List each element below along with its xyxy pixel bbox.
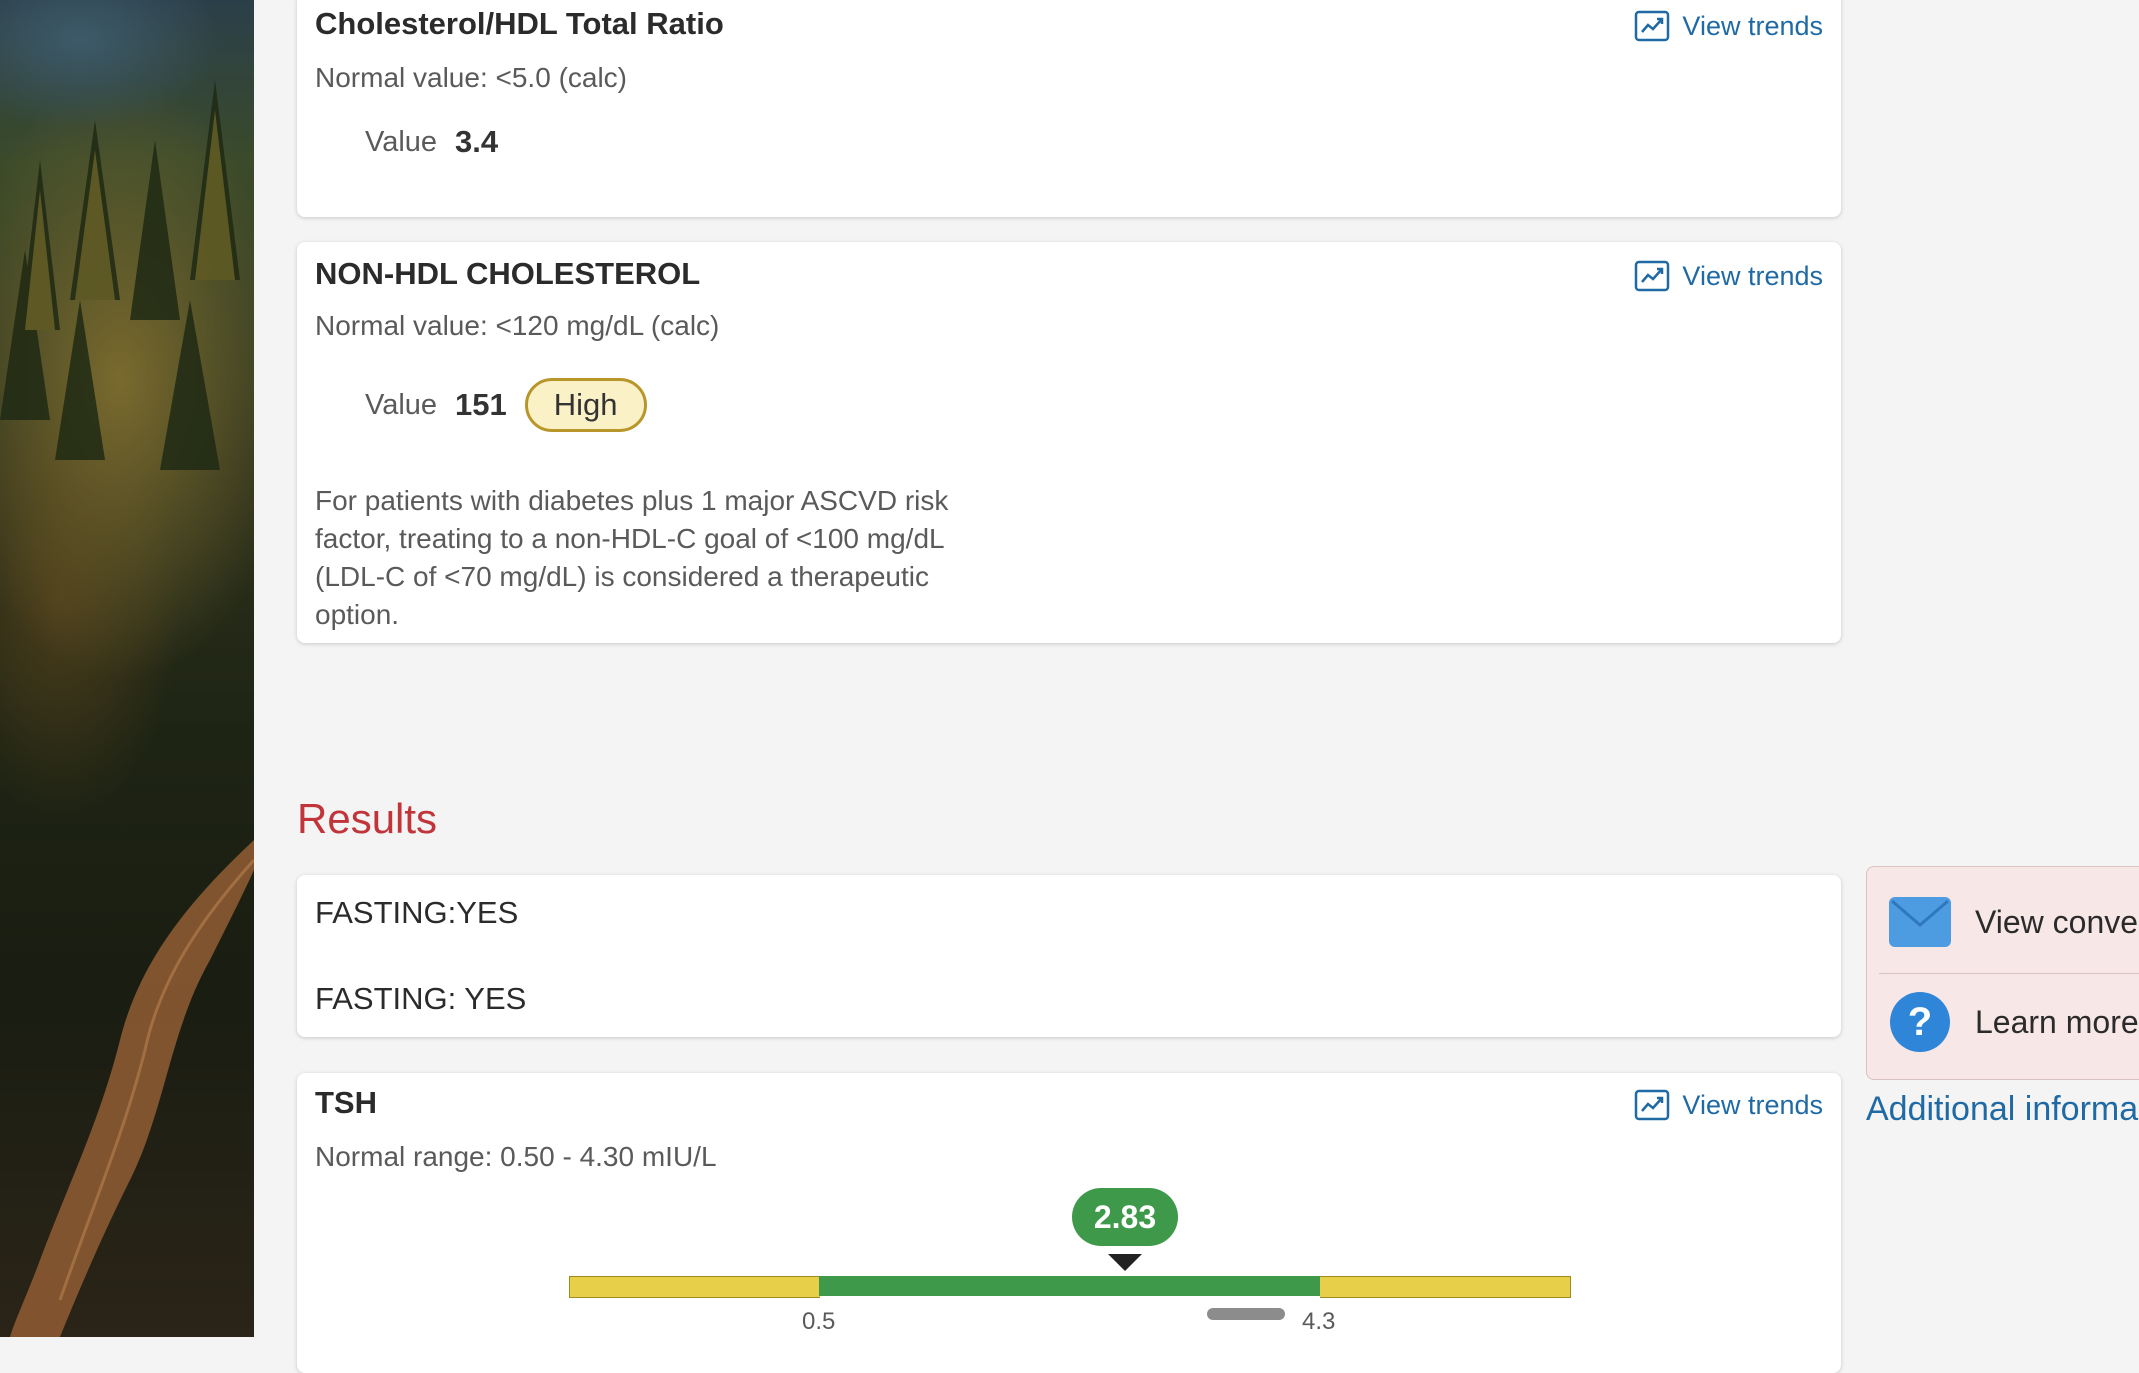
range-bar-low [569, 1276, 820, 1298]
view-trends-label: View trends [1682, 10, 1823, 41]
value-label: Value [365, 125, 438, 158]
card-title: Cholesterol/HDL Total Ratio [315, 6, 724, 41]
chart-line-icon [1635, 10, 1670, 42]
range-bar-high [1320, 1276, 1571, 1298]
chart-line-icon [1635, 1089, 1670, 1121]
side-panel: View conve ? Learn more [1866, 866, 2139, 1080]
learn-more-label: Learn more [1975, 1003, 2139, 1040]
scroll-handle[interactable] [1207, 1308, 1285, 1320]
view-trends-link[interactable]: View trends [1634, 260, 1823, 292]
envelope-icon [1889, 897, 1951, 947]
view-trends-label: View trends [1682, 260, 1823, 291]
tsh-value-pointer [1108, 1254, 1142, 1271]
card-title: TSH [315, 1085, 377, 1120]
value-number: 3.4 [455, 124, 499, 159]
results-heading: Results [297, 795, 438, 842]
clinical-note: For patients with diabetes plus 1 major … [315, 485, 949, 630]
result-card-chol-hdl-ratio: Cholesterol/HDL Total Ratio View trends … [297, 0, 1841, 217]
range-bar-normal [819, 1276, 1320, 1296]
svg-text:?: ? [1908, 1000, 1932, 1044]
question-circle-icon: ? [1890, 992, 1950, 1052]
view-trends-link[interactable]: View trends [1634, 1089, 1823, 1121]
result-card-tsh: TSH View trends Normal range: 0.50 - 4.3… [297, 1073, 1841, 1373]
range-low-tick: 0.5 [802, 1308, 836, 1335]
learn-more-link[interactable]: ? Learn more [1889, 991, 2139, 1053]
status-badge-high: High [524, 378, 647, 432]
value-row: Value 3.4 [365, 124, 498, 160]
fasting-text-1: FASTING:YES [315, 895, 519, 930]
fasting-card: FASTING:YES FASTING: YES [297, 875, 1841, 1037]
view-trends-label: View trends [1682, 1089, 1823, 1120]
background-road [0, 0, 254, 1337]
chart-line-icon [1635, 260, 1670, 292]
value-row: Value 151 High [365, 378, 647, 432]
normal-value-text: Normal value: <5.0 (calc) [315, 62, 628, 93]
range-high-tick: 4.3 [1302, 1308, 1336, 1335]
result-card-non-hdl: NON-HDL CHOLESTEROL View trends Normal v… [297, 242, 1841, 643]
side-divider [1879, 973, 2139, 974]
value-label: Value [365, 388, 438, 421]
value-number: 151 [455, 387, 507, 422]
view-trends-link[interactable]: View trends [1634, 10, 1823, 42]
normal-range-text: Normal range: 0.50 - 4.30 mIU/L [315, 1141, 717, 1172]
view-conversation-label: View conve [1975, 903, 2139, 940]
view-conversation-link[interactable]: View conve [1889, 897, 2138, 947]
additional-information-link[interactable]: Additional informa [1866, 1090, 2138, 1129]
card-title: NON-HDL CHOLESTEROL [315, 256, 701, 291]
fasting-text-2: FASTING: YES [315, 981, 527, 1016]
tsh-value-pill: 2.83 [1072, 1188, 1178, 1246]
normal-value-text: Normal value: <120 mg/dL (calc) [315, 310, 720, 341]
